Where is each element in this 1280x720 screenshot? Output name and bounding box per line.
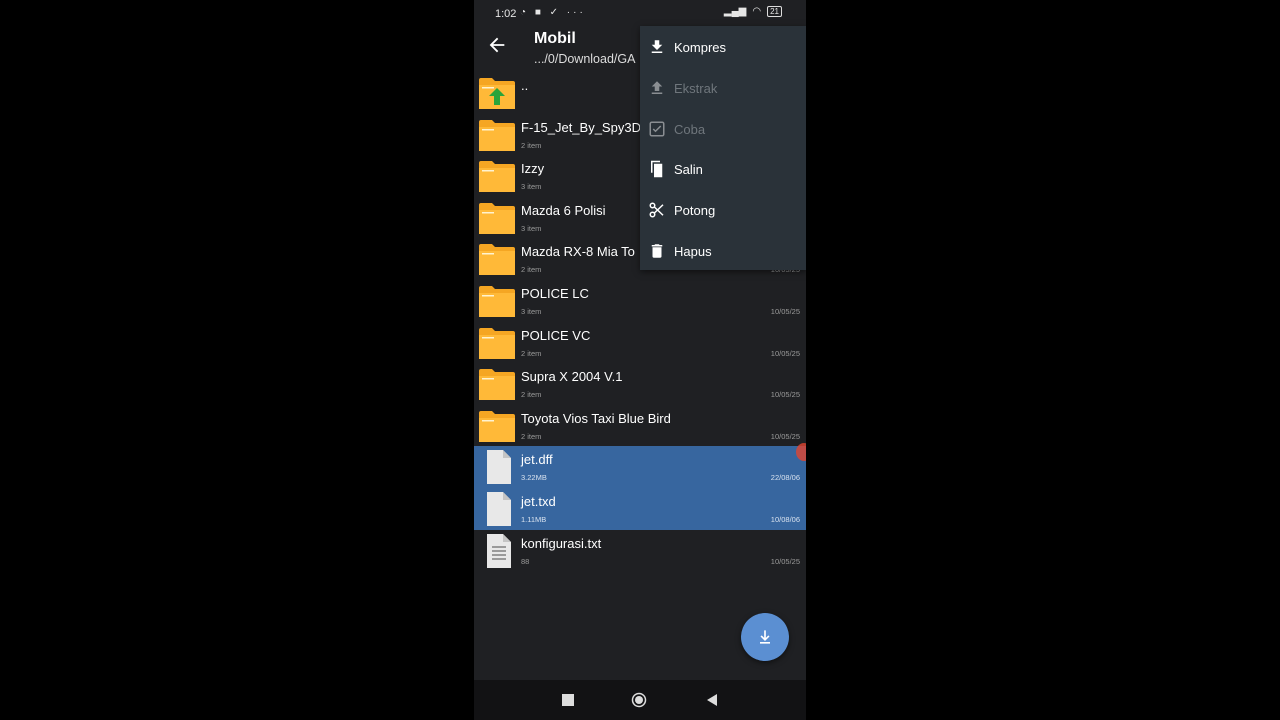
file-name: Izzy <box>521 161 545 177</box>
file-name: F-15_Jet_By_Spy3D <box>521 119 641 135</box>
upload-icon <box>651 81 663 94</box>
file-name: konfigurasi.txt <box>521 535 602 551</box>
file-name: Supra X 2004 V.1 <box>521 369 623 385</box>
breadcrumb-path: .../0/Download/GA <box>534 52 636 66</box>
trash-icon <box>651 244 663 258</box>
status-bar: 1:02 ◔ ■ ✓ ··· ▂▄▆ ◠ 21 <box>474 0 806 28</box>
file-details: 2 item <box>521 431 542 441</box>
file-icon <box>478 491 516 526</box>
file-details: 2 item <box>521 348 542 358</box>
back-arrow-icon[interactable] <box>486 34 508 56</box>
file-name: POLICE LC <box>521 285 589 301</box>
status-time: 1:02 <box>495 8 517 20</box>
file-details: 3 item <box>521 306 542 316</box>
file-row[interactable]: POLICE VC 2 item 10/05/25 <box>474 322 806 364</box>
phone-screen: 1:02 ◔ ■ ✓ ··· ▂▄▆ ◠ 21 Mobil .../0/Down… <box>474 0 806 720</box>
scissors-icon <box>649 202 664 218</box>
home-icon[interactable] <box>631 692 647 708</box>
folder-icon <box>478 284 516 318</box>
file-date: 10/05/25 <box>770 306 800 316</box>
download-icon <box>760 630 770 644</box>
menu-item-ekstrak[interactable]: Ekstrak <box>640 68 806 108</box>
menu-item-label: Kompres <box>674 40 727 55</box>
file-row[interactable]: konfigurasi.txt 88 10/05/25 <box>474 530 806 572</box>
menu-item-label: Salin <box>674 162 703 178</box>
folder-icon <box>478 118 516 152</box>
download-icon <box>651 40 663 53</box>
recent-apps-icon[interactable] <box>560 692 576 708</box>
file-name: POLICE VC <box>521 327 591 343</box>
file-date: 10/05/25 <box>770 431 800 441</box>
folder-icon <box>478 326 516 360</box>
folder-icon <box>478 201 516 235</box>
file-details: 1.11MB <box>521 514 547 524</box>
file-row[interactable]: POLICE LC 3 item 10/05/25 <box>474 280 806 322</box>
file-date: 10/05/25 <box>770 556 800 566</box>
file-row[interactable]: jet.txd 1.11MB 10/08/06 <box>474 487 806 530</box>
touch-indicator <box>796 443 806 461</box>
file-date: 10/05/25 <box>770 390 800 400</box>
context-menu: Kompres Ekstrak Coba Salin Potong Hapus <box>640 26 806 270</box>
file-icon <box>478 450 516 485</box>
copy-icon <box>651 161 663 178</box>
parent-folder-icon <box>478 76 516 110</box>
menu-item-label: Ekstrak <box>674 80 718 96</box>
menu-item-coba[interactable]: Coba <box>640 109 806 149</box>
menu-item-salin[interactable]: Salin <box>640 149 806 189</box>
folder-icon <box>478 409 516 443</box>
file-name: Mazda RX-8 Mia To <box>521 244 635 260</box>
file-details: 2 item <box>521 265 542 275</box>
battery-icon: 21 <box>767 6 782 17</box>
file-details: 3.22MB <box>521 473 547 483</box>
file-date: 10/08/06 <box>770 514 800 524</box>
file-name: jet.dff <box>521 452 553 468</box>
back-nav-icon[interactable] <box>704 692 720 708</box>
file-name: Mazda 6 Polisi <box>521 202 606 218</box>
menu-item-kompres[interactable]: Kompres <box>640 27 806 67</box>
folder-icon <box>478 242 516 276</box>
extract-fab-button[interactable] <box>741 613 789 661</box>
file-name: Toyota Vios Taxi Blue Bird <box>521 410 671 426</box>
file-date: 10/05/25 <box>770 348 800 358</box>
page-title: Mobil <box>534 30 576 47</box>
file-details: 3 item <box>521 223 542 233</box>
file-row[interactable]: Supra X 2004 V.1 2 item 10/05/25 <box>474 363 806 405</box>
file-details: 2 item <box>521 390 542 400</box>
file-name: jet.txd <box>521 493 556 509</box>
menu-item-hapus[interactable]: Hapus <box>640 231 806 271</box>
file-details: 2 item <box>521 140 542 150</box>
file-date: 22/08/06 <box>770 473 800 483</box>
file-details: 88 <box>521 556 530 566</box>
file-icon <box>478 533 516 568</box>
menu-item-label: Potong <box>674 203 716 219</box>
wifi-icon: ◠ <box>752 6 762 17</box>
file-row[interactable]: jet.dff 3.22MB 22/08/06 <box>474 446 806 488</box>
file-details: 3 item <box>521 182 542 192</box>
system-nav-bar <box>474 680 806 720</box>
file-row[interactable]: Toyota Vios Taxi Blue Bird 2 item 10/05/25 <box>474 405 806 447</box>
menu-item-label: Hapus <box>674 244 712 259</box>
file-name: .. <box>521 78 529 93</box>
notification-icons: ◔ ■ ✓ ··· <box>520 7 586 18</box>
folder-icon <box>478 367 516 401</box>
folder-icon <box>478 159 516 193</box>
menu-item-potong[interactable]: Potong <box>640 190 806 230</box>
menu-item-label: Coba <box>674 121 706 137</box>
checkbox-icon <box>649 121 665 137</box>
signal-icon: ▂▄▆ <box>723 6 747 17</box>
system-icons: ▂▄▆ ◠ 21 <box>724 6 782 17</box>
